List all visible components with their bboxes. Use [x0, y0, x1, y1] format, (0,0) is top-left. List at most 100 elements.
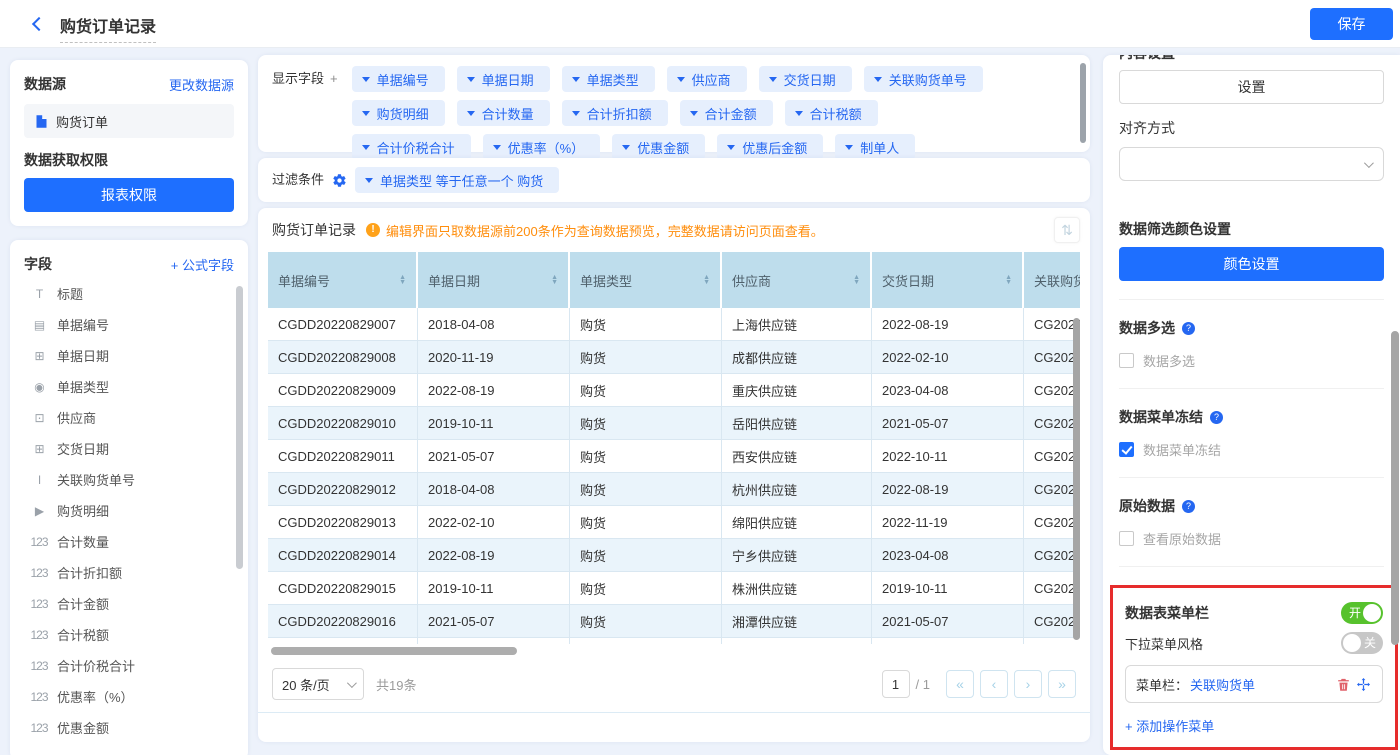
align-select[interactable] [1119, 147, 1384, 181]
cell-date: 2020-11-19 [418, 341, 570, 373]
help-icon[interactable]: ? [1182, 500, 1195, 513]
tag-label: 供应商 [692, 70, 731, 89]
field-item[interactable]: 123 合计折扣额 [24, 557, 234, 588]
page-number-input[interactable] [882, 670, 910, 698]
display-field-tag[interactable]: 供应商 [667, 66, 747, 92]
display-field-tag[interactable]: 关联购货单号 [864, 66, 983, 92]
cell-related-order: CG2022 [1024, 308, 1080, 340]
cell-date: 2019-10-11 [418, 407, 570, 439]
cell-code: CGDD20220829012 [268, 473, 418, 505]
settings-button[interactable]: 设置 [1119, 70, 1384, 104]
field-item[interactable]: ▤ 单据编号 [24, 309, 234, 340]
menu-bar-toggle-on[interactable]: 开 [1341, 602, 1383, 624]
field-item[interactable]: 123 合计税额 [24, 619, 234, 650]
display-field-tag[interactable]: 单据类型 [562, 66, 655, 92]
display-field-tag[interactable]: 交货日期 [759, 66, 852, 92]
help-icon[interactable]: ? [1210, 411, 1223, 424]
field-item[interactable]: T 标题 [24, 278, 234, 309]
field-item[interactable]: 123 合计数量 [24, 526, 234, 557]
checkbox-unchecked[interactable] [1119, 353, 1134, 368]
add-display-field-button[interactable]: + [330, 66, 338, 141]
menu-freeze-checkbox-row[interactable]: 数据菜单冻结 [1119, 440, 1384, 459]
cell-delivery-date: 2021-05-07 [872, 605, 1024, 637]
report-permission-button[interactable]: 报表权限 [24, 178, 234, 212]
change-datasource-link[interactable]: 更改数据源 [169, 75, 234, 94]
filter-condition-tag[interactable]: 单据类型 等于任意一个 购货 [355, 167, 559, 193]
delete-button[interactable] [1334, 675, 1352, 693]
last-page-button[interactable]: » [1048, 670, 1076, 698]
gear-icon[interactable] [332, 173, 347, 188]
display-field-tag[interactable]: 优惠后金额 [717, 134, 823, 160]
column-header[interactable]: 单据类型 [570, 252, 722, 308]
first-page-button[interactable]: « [946, 670, 974, 698]
display-field-tag[interactable]: 单据日期 [457, 66, 550, 92]
tag-label: 单据类型 [587, 70, 639, 89]
cell-supplier: 湘潭供应链 [722, 605, 872, 637]
display-field-tag[interactable]: 合计金额 [680, 100, 773, 126]
panel-scrollbar[interactable] [1391, 331, 1399, 645]
caret-down-icon [362, 145, 370, 150]
field-item[interactable]: ⊡ 供应商 [24, 402, 234, 433]
column-header[interactable]: 单据日期 [418, 252, 570, 308]
number-icon: 123 [30, 566, 48, 580]
display-field-tag[interactable]: 合计折扣额 [562, 100, 668, 126]
column-header[interactable]: 交货日期 [872, 252, 1024, 308]
cell-code: CGDD20220829010 [268, 407, 418, 439]
field-item[interactable]: ⊞ 交货日期 [24, 433, 234, 464]
cell-supplier: 宁乡供应链 [722, 539, 872, 571]
table-sort-button[interactable]: ⇅ [1054, 217, 1080, 243]
field-item[interactable]: 123 优惠率（%） [24, 681, 234, 712]
checkbox-checked[interactable] [1119, 442, 1134, 457]
dropdown-style-toggle-off[interactable]: 关 [1341, 632, 1383, 654]
checkbox-unchecked[interactable] [1119, 531, 1134, 546]
display-field-tag[interactable]: 优惠率（%） [483, 134, 601, 160]
field-label: 单据日期 [57, 346, 109, 365]
display-fields-scrollbar[interactable] [1080, 63, 1086, 143]
display-field-tag[interactable]: 制单人 [835, 134, 915, 160]
display-field-tag[interactable]: 优惠金额 [612, 134, 705, 160]
cell-date: 2022-08-19 [418, 539, 570, 571]
multi-select-checkbox-row[interactable]: 数据多选 [1119, 351, 1384, 370]
add-action-menu-link[interactable]: + 添加操作菜单 [1125, 716, 1214, 735]
table-row: CGDD20220829013 2022-02-10 购货 绵阳供应链 2022… [268, 506, 1080, 539]
field-item[interactable]: ◉ 单据类型 [24, 371, 234, 402]
page-title[interactable]: 购货订单记录 [60, 13, 156, 43]
display-field-tag[interactable]: 购货明细 [352, 100, 445, 126]
fields-scrollbar[interactable] [236, 286, 243, 569]
display-field-tag[interactable]: 合计税额 [785, 100, 878, 126]
field-item[interactable]: 123 合计价税合计 [24, 650, 234, 681]
cell-date: 2022-02-10 [418, 506, 570, 538]
display-field-tag[interactable]: 合计价税合计 [352, 134, 471, 160]
field-item[interactable]: ⊞ 单据日期 [24, 340, 234, 371]
next-page-button[interactable]: › [1014, 670, 1042, 698]
menu-bar-item[interactable]: 菜单栏： 关联购货单 [1125, 665, 1383, 703]
table-horizontal-scrollbar[interactable] [271, 647, 517, 655]
back-button[interactable] [30, 16, 46, 32]
column-header[interactable]: 关联购货 [1024, 252, 1080, 308]
caret-down-icon [467, 111, 475, 116]
display-field-tag[interactable]: 合计数量 [457, 100, 550, 126]
save-button[interactable]: 保存 [1310, 8, 1393, 40]
column-header[interactable]: 供应商 [722, 252, 872, 308]
cell-related-order: CG2022 [1024, 506, 1080, 538]
datasource-item[interactable]: 购货订单 [24, 104, 234, 138]
field-item[interactable]: 123 合计金额 [24, 588, 234, 619]
cell-delivery-date: 2023-04-08 [872, 539, 1024, 571]
cell [872, 638, 1024, 644]
color-settings-button[interactable]: 颜色设置 [1119, 247, 1384, 281]
field-item[interactable]: I 关联购货单号 [24, 464, 234, 495]
display-field-tag[interactable]: 单据编号 [352, 66, 445, 92]
raw-data-checkbox-row[interactable]: 查看原始数据 [1119, 529, 1384, 548]
add-formula-field-link[interactable]: + 公式字段 [171, 255, 234, 274]
field-item[interactable]: 123 优惠金额 [24, 712, 234, 743]
cell-date: 2021-05-07 [418, 605, 570, 637]
move-handle[interactable] [1354, 675, 1372, 693]
help-icon[interactable]: ? [1182, 322, 1195, 335]
prev-page-button[interactable]: ‹ [980, 670, 1008, 698]
page-size-select[interactable]: 20 条/页 [272, 668, 364, 700]
cell [570, 638, 722, 644]
cell-delivery-date: 2022-11-19 [872, 506, 1024, 538]
column-header[interactable]: 单据编号 [268, 252, 418, 308]
table-vertical-scrollbar[interactable] [1073, 318, 1080, 640]
field-item[interactable]: ▶ 购货明细 [24, 495, 234, 526]
